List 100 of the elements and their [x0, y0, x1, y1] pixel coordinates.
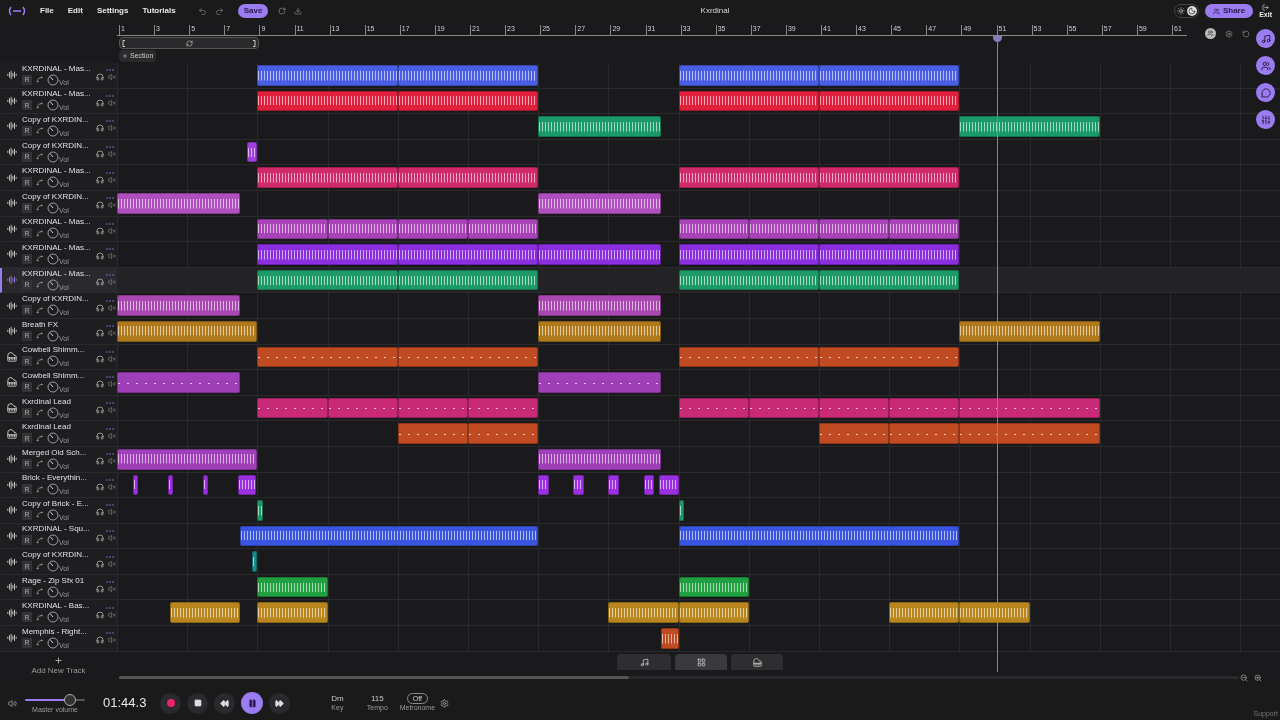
pause-button[interactable] [241, 692, 264, 714]
midi-clip[interactable] [397, 423, 468, 444]
piano-view-tab[interactable] [731, 654, 783, 670]
audio-clip[interactable] [678, 525, 960, 547]
audio-clip[interactable] [819, 218, 890, 240]
audio-clip[interactable] [468, 218, 539, 240]
volume-knob[interactable] [47, 406, 59, 419]
automation-icon[interactable] [36, 588, 43, 596]
automation-icon[interactable] [36, 357, 43, 365]
automation-icon[interactable] [36, 537, 43, 544]
share-button[interactable]: Share [1204, 4, 1254, 18]
volume-knob[interactable] [47, 201, 59, 214]
zoom-in-icon[interactable] [1254, 674, 1262, 682]
midi-clip[interactable] [257, 346, 398, 368]
midi-clip[interactable] [397, 397, 468, 419]
automation-icon[interactable] [36, 613, 43, 621]
audio-clip[interactable] [573, 474, 584, 496]
headphones-icon[interactable] [95, 380, 104, 389]
mute-icon[interactable] [107, 252, 116, 261]
audio-clip[interactable] [819, 90, 960, 112]
collaborators-icon[interactable] [1205, 28, 1216, 39]
audio-clip[interactable] [819, 244, 960, 265]
key-value[interactable]: Dm [331, 693, 344, 704]
midi-clip[interactable] [748, 397, 819, 419]
volume-knob[interactable] [47, 304, 59, 317]
audio-clip[interactable] [538, 192, 662, 214]
midi-clip[interactable] [889, 423, 960, 444]
settings-icon[interactable] [1225, 29, 1233, 38]
headphones-icon[interactable] [95, 457, 104, 466]
volume-knob[interactable] [47, 508, 59, 521]
audio-clip[interactable] [889, 218, 960, 240]
audio-clip[interactable] [257, 500, 263, 521]
audio-clip[interactable] [257, 602, 328, 624]
menu-item[interactable]: Edit [67, 5, 83, 17]
midi-clip[interactable] [397, 346, 539, 368]
automation-icon[interactable] [36, 562, 43, 570]
midi-clip[interactable] [327, 397, 398, 419]
audio-clip[interactable] [117, 320, 258, 342]
audio-clip[interactable] [257, 167, 398, 188]
refresh-icon[interactable] [278, 7, 287, 15]
chat-button[interactable] [1256, 83, 1275, 102]
audio-clip[interactable] [678, 90, 819, 112]
midi-clip[interactable] [819, 423, 890, 444]
automation-icon[interactable] [36, 127, 43, 135]
audio-clip[interactable] [246, 141, 257, 163]
master-volume-slider[interactable] [25, 693, 85, 706]
collaborators-button[interactable] [1256, 56, 1275, 75]
audio-clip[interactable] [397, 269, 539, 291]
headphones-icon[interactable] [95, 534, 104, 542]
add-icon[interactable] [54, 655, 63, 665]
mute-icon[interactable] [107, 585, 116, 594]
add-track-label[interactable]: Add New Track [31, 664, 86, 677]
audio-clip[interactable] [257, 576, 328, 598]
audio-clip[interactable] [819, 65, 960, 86]
volume-knob[interactable] [47, 227, 59, 240]
automation-icon[interactable] [36, 281, 43, 289]
midi-clip[interactable] [959, 397, 1100, 419]
volume-knob[interactable] [47, 611, 59, 624]
audio-clip[interactable] [678, 65, 819, 86]
music-view-tab[interactable] [617, 654, 671, 670]
audio-clip[interactable] [397, 218, 468, 240]
automation-icon[interactable] [36, 153, 43, 161]
audio-clip[interactable] [678, 602, 749, 624]
mixer-button[interactable] [1256, 110, 1275, 129]
mute-icon[interactable] [107, 380, 116, 389]
automation-icon[interactable] [36, 383, 43, 391]
mute-icon[interactable] [107, 636, 116, 645]
audio-clip[interactable] [748, 218, 819, 240]
save-button[interactable]: Save [237, 4, 269, 18]
headphones-icon[interactable] [95, 252, 104, 261]
midi-clip[interactable] [678, 397, 749, 419]
audio-clip[interactable] [608, 474, 619, 496]
audio-clip[interactable] [889, 602, 960, 624]
audio-clip[interactable] [538, 474, 549, 496]
volume-knob[interactable] [47, 483, 59, 496]
automation-icon[interactable] [36, 101, 43, 109]
headphones-icon[interactable] [95, 482, 104, 491]
record-button[interactable] [160, 692, 182, 714]
volume-knob[interactable] [47, 457, 59, 470]
mute-icon[interactable] [107, 303, 116, 312]
audio-clip[interactable] [257, 65, 398, 86]
audio-clip[interactable] [538, 320, 662, 342]
midi-clip[interactable] [117, 372, 240, 393]
audio-clip[interactable] [678, 218, 749, 240]
midi-clip[interactable] [468, 423, 539, 444]
mute-icon[interactable] [107, 150, 116, 159]
headphones-icon[interactable] [95, 303, 104, 312]
midi-clip[interactable] [468, 397, 539, 419]
headphones-icon[interactable] [95, 585, 104, 594]
audio-clip[interactable] [659, 474, 679, 496]
audio-clip[interactable] [608, 602, 679, 624]
redo-icon[interactable] [214, 6, 224, 16]
audio-clip[interactable] [819, 167, 960, 188]
automation-icon[interactable] [36, 229, 43, 237]
headphones-icon[interactable] [95, 226, 104, 235]
fast-forward-button[interactable] [269, 692, 291, 714]
midi-clip[interactable] [257, 397, 328, 419]
rewind-button[interactable] [214, 692, 236, 714]
audio-clip[interactable] [239, 525, 539, 547]
volume-knob[interactable] [47, 355, 59, 368]
